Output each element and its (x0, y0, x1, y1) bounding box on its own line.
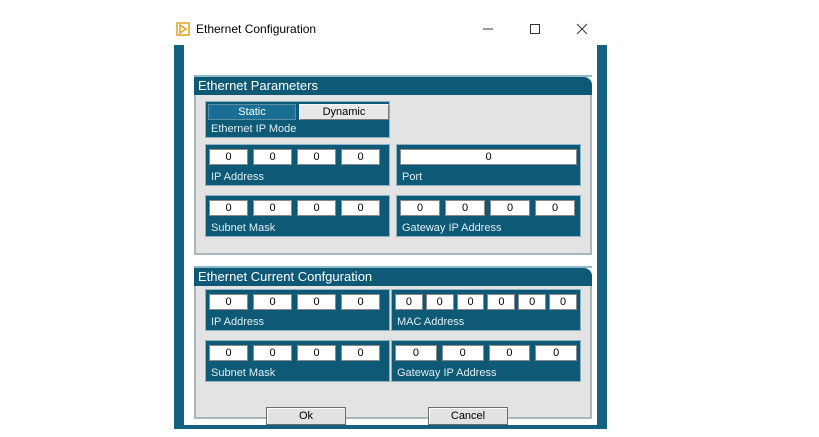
gateway-octet-1[interactable]: 0 (400, 200, 440, 216)
current-subnet-octet-2: 0 (253, 345, 292, 361)
current-gateway-label: Gateway IP Address (397, 367, 497, 379)
subnet-octet-4[interactable]: 0 (341, 200, 380, 216)
mac-byte-6: 0 (549, 294, 577, 310)
ethernet-parameters-group: Ethernet Parameters Static Dynamic Ether… (194, 75, 592, 255)
gateway-panel: 0 0 0 0 Gateway IP Address (396, 195, 581, 237)
cancel-button[interactable]: Cancel (428, 407, 508, 425)
subnet-mask-label: Subnet Mask (211, 222, 276, 234)
maximize-icon (530, 24, 540, 34)
static-mode-button[interactable]: Static (208, 104, 296, 120)
ip-octet-4[interactable]: 0 (341, 149, 380, 165)
ip-address-label: IP Address (211, 171, 264, 183)
current-subnet-panel: 0 0 0 0 Subnet Mask (205, 340, 390, 382)
dialog-body: Ethernet Parameters Static Dynamic Ether… (184, 45, 597, 425)
subnet-octet-1[interactable]: 0 (209, 200, 248, 216)
gateway-octet-2[interactable]: 0 (445, 200, 485, 216)
gateway-octet-3[interactable]: 0 (490, 200, 530, 216)
ethernet-current-config-group: Ethernet Current Confguration 0 0 0 0 IP… (194, 266, 592, 419)
port-panel: 0 Port (396, 144, 581, 186)
subnet-octet-2[interactable]: 0 (253, 200, 292, 216)
current-subnet-octet-3: 0 (297, 345, 336, 361)
ip-octet-1[interactable]: 0 (209, 149, 248, 165)
ethernet-parameters-header: Ethernet Parameters (194, 77, 592, 95)
dynamic-mode-button[interactable]: Dynamic (299, 104, 389, 120)
gateway-octet-4[interactable]: 0 (535, 200, 575, 216)
mac-address-label: MAC Address (397, 316, 465, 328)
current-ip-octet-4: 0 (341, 294, 380, 310)
mac-byte-2: 0 (425, 294, 454, 310)
ip-octet-3[interactable]: 0 (297, 149, 336, 165)
current-ip-octet-3: 0 (297, 294, 336, 310)
current-gateway-panel: 0 0 0 0 Gateway IP Address (391, 340, 581, 382)
ip-octet-2[interactable]: 0 (253, 149, 292, 165)
gateway-label: Gateway IP Address (402, 222, 502, 234)
ip-address-panel: 0 0 0 0 IP Address (205, 144, 390, 186)
minimize-button[interactable] (477, 18, 499, 40)
maximize-button[interactable] (524, 18, 546, 40)
close-button[interactable] (571, 18, 593, 40)
port-field[interactable]: 0 (400, 149, 577, 165)
ethernet-current-config-header: Ethernet Current Confguration (194, 268, 592, 286)
app-icon (176, 22, 190, 36)
port-label: Port (402, 171, 423, 183)
current-ip-panel: 0 0 0 0 IP Address (205, 289, 390, 331)
current-subnet-octet-1: 0 (209, 345, 248, 361)
subnet-octet-3[interactable]: 0 (297, 200, 336, 216)
minimize-icon (483, 28, 493, 30)
ok-button[interactable]: Ok (266, 407, 346, 425)
current-ip-octet-1: 0 (209, 294, 248, 310)
subnet-mask-panel: 0 0 0 0 Subnet Mask (205, 195, 390, 237)
ip-mode-panel: Static Dynamic Ethernet IP Mode (205, 101, 390, 138)
current-gateway-octet-3: 0 (488, 345, 531, 361)
window-title: Ethernet Configuration (196, 22, 317, 36)
close-icon (576, 23, 588, 35)
current-subnet-label: Subnet Mask (211, 367, 276, 379)
current-gateway-octet-1: 0 (395, 345, 437, 361)
current-ip-label: IP Address (211, 316, 264, 328)
mac-byte-3: 0 (456, 294, 485, 310)
title-bar[interactable]: Ethernet Configuration (166, 14, 607, 44)
ethernet-config-window: Ethernet Configuration Ethernet Paramete… (166, 14, 607, 429)
mac-byte-5: 0 (518, 294, 547, 310)
current-gateway-octet-4: 0 (535, 345, 577, 361)
current-ip-octet-2: 0 (253, 294, 292, 310)
mac-byte-4: 0 (487, 294, 516, 310)
mac-byte-1: 0 (395, 294, 423, 310)
ip-mode-caption: Ethernet IP Mode (211, 123, 297, 135)
mac-address-panel: 0 0 0 0 0 0 MAC Address (391, 289, 581, 331)
current-subnet-octet-4: 0 (341, 345, 380, 361)
current-gateway-octet-2: 0 (441, 345, 484, 361)
dialog-frame: Ethernet Parameters Static Dynamic Ether… (174, 45, 607, 429)
